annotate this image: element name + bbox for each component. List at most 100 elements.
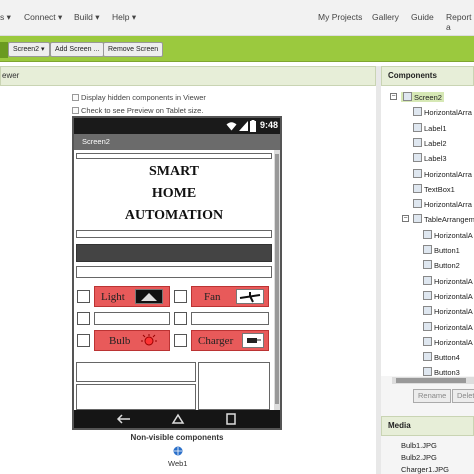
- menu-connect[interactable]: Connect ▾: [24, 12, 62, 23]
- screen-select[interactable]: Screen2 ▾: [8, 42, 50, 57]
- bulb-button[interactable]: Bulb: [94, 330, 170, 351]
- label-smart[interactable]: SMART: [74, 164, 274, 180]
- component-tree-label: Screen2: [414, 93, 442, 102]
- media-file[interactable]: Bulb2.JPG: [401, 453, 437, 462]
- tablet-preview-option[interactable]: Check to see Preview on Tablet size.: [72, 106, 203, 115]
- component-type-icon: [423, 336, 432, 346]
- component-type-icon: [413, 153, 422, 163]
- link-guide[interactable]: Guide: [411, 12, 434, 22]
- horizontal-arrangement-bottom[interactable]: [198, 362, 270, 410]
- component-tree-label: Label2: [424, 138, 447, 148]
- phone-preview: 9:48 Screen2 SMART HOME AUTOMATION Light…: [72, 116, 282, 430]
- horizontal-arrangement-3[interactable]: [76, 266, 272, 278]
- link-gallery[interactable]: Gallery: [372, 12, 399, 22]
- media-file[interactable]: Charger1.JPG: [401, 465, 449, 474]
- rename-button[interactable]: Rename: [413, 389, 452, 403]
- media-file[interactable]: Bulb1.JPG: [401, 441, 437, 450]
- horizontal-arrangement-bottom[interactable]: [76, 384, 196, 410]
- collapse-toggle-icon[interactable]: −: [390, 93, 397, 100]
- fan-button[interactable]: Fan: [191, 286, 269, 307]
- charger-icon: [247, 338, 261, 343]
- label-home[interactable]: HOME: [74, 186, 274, 202]
- web1-label[interactable]: Web1: [168, 459, 187, 468]
- horizontal-arrangement-cell[interactable]: [191, 312, 269, 325]
- component-tree-item[interactable]: HorizontalArra: [413, 199, 472, 209]
- component-tree-item[interactable]: HorizontalArra: [413, 107, 472, 117]
- menu-help[interactable]: Help ▾: [112, 12, 136, 23]
- top-navigation: s ▾ Connect ▾ Build ▾ Help ▾ My Projects…: [0, 0, 474, 36]
- component-type-icon: [413, 199, 422, 209]
- horizontal-arrangement-2[interactable]: [76, 230, 272, 238]
- component-tree-item[interactable]: HorizontalArra: [413, 168, 472, 179]
- component-type-icon: [413, 214, 422, 224]
- table-cell-checkbox[interactable]: [77, 290, 90, 303]
- horizontal-arrangement-cell[interactable]: [94, 312, 170, 325]
- add-screen-button[interactable]: Add Screen ...: [50, 42, 105, 57]
- component-tree-item[interactable]: TableArrangem: [413, 214, 474, 224]
- back-icon: [116, 414, 130, 424]
- tree-horizontal-scrollbar[interactable]: [392, 377, 474, 384]
- component-tree-label: Label3: [424, 154, 447, 164]
- table-cell-checkbox[interactable]: [174, 290, 187, 303]
- table-cell-checkbox[interactable]: [174, 334, 187, 347]
- table-cell-checkbox[interactable]: [77, 312, 90, 325]
- tablet-preview-checkbox[interactable]: [72, 107, 79, 114]
- component-tree-item[interactable]: HorizontalA: [423, 306, 473, 316]
- component-tree-item[interactable]: HorizontalA: [423, 321, 473, 332]
- phone-nav-bar: [74, 410, 280, 428]
- component-tree-label: HorizontalA: [434, 230, 473, 240]
- component-type-icon: [423, 290, 432, 300]
- battery-icon: [250, 120, 256, 132]
- component-tree-label: Button1: [434, 246, 460, 255]
- wifi-icon: [226, 122, 237, 131]
- table-cell-checkbox[interactable]: [77, 334, 90, 347]
- screen-scroll-thumb[interactable]: [275, 154, 279, 404]
- component-tree-item[interactable]: Label1: [413, 122, 447, 133]
- component-tree-label: Button2: [434, 261, 460, 271]
- component-tree-item[interactable]: Label3: [413, 153, 447, 163]
- component-tree-item[interactable]: TextBox1: [413, 183, 455, 194]
- display-hidden-checkbox[interactable]: [72, 94, 79, 101]
- component-tree-label: HorizontalA: [434, 322, 473, 332]
- component-tree-item[interactable]: Button2: [423, 260, 460, 270]
- nonvisible-components-label: Non-visible components: [130, 433, 224, 442]
- horizontal-arrangement-1[interactable]: [76, 153, 272, 159]
- web-component-icon[interactable]: [173, 446, 183, 456]
- display-hidden-label: Display hidden components in Viewer: [81, 93, 206, 102]
- component-type-icon: [423, 275, 432, 285]
- textbox-1[interactable]: [76, 244, 272, 262]
- tablet-preview-label: Check to see Preview on Tablet size.: [81, 106, 204, 115]
- component-tree-label: HorizontalA: [434, 337, 473, 347]
- component-tree-item[interactable]: HorizontalA: [423, 290, 473, 301]
- table-cell-checkbox[interactable]: [174, 312, 187, 325]
- remove-screen-button[interactable]: Remove Screen: [103, 42, 164, 57]
- tree-scroll-thumb[interactable]: [396, 378, 466, 383]
- component-tree-item[interactable]: Label2: [413, 137, 447, 148]
- menu-projects[interactable]: s ▾: [0, 12, 11, 23]
- component-tree-item[interactable]: Button4: [423, 352, 460, 362]
- menu-build[interactable]: Build ▾: [74, 12, 100, 23]
- bulb-icon: [141, 334, 157, 346]
- charger-image: [242, 333, 264, 348]
- component-tree-item[interactable]: HorizontalA: [423, 275, 473, 286]
- light-button-label: Light: [101, 291, 125, 303]
- component-type-icon: [423, 260, 432, 270]
- delete-button[interactable]: Delet: [452, 389, 474, 403]
- components-tree: Screen2 − HorizontalArra Label1 Label2 Label3…: [381, 86, 474, 376]
- charger-button[interactable]: Charger: [191, 330, 269, 351]
- horizontal-arrangement-bottom[interactable]: [76, 362, 196, 382]
- component-tree-item[interactable]: Button1: [423, 245, 460, 255]
- label-automation[interactable]: AUTOMATION: [74, 208, 274, 224]
- light-button[interactable]: Light: [94, 286, 170, 307]
- component-tree-label: HorizontalArra: [424, 108, 472, 118]
- link-my-projects[interactable]: My Projects: [318, 12, 362, 22]
- display-hidden-option[interactable]: Display hidden components in Viewer: [72, 93, 206, 102]
- link-report[interactable]: Report a: [446, 12, 474, 32]
- component-type-icon: [423, 321, 432, 331]
- component-tree-item[interactable]: HorizontalA: [423, 229, 473, 240]
- component-tree-item[interactable]: HorizontalA: [423, 336, 473, 347]
- component-tree-item[interactable]: Screen2: [401, 92, 444, 102]
- component-tree-item[interactable]: Button3: [423, 367, 460, 376]
- app-logo: [0, 42, 8, 58]
- collapse-toggle-icon[interactable]: −: [402, 215, 409, 223]
